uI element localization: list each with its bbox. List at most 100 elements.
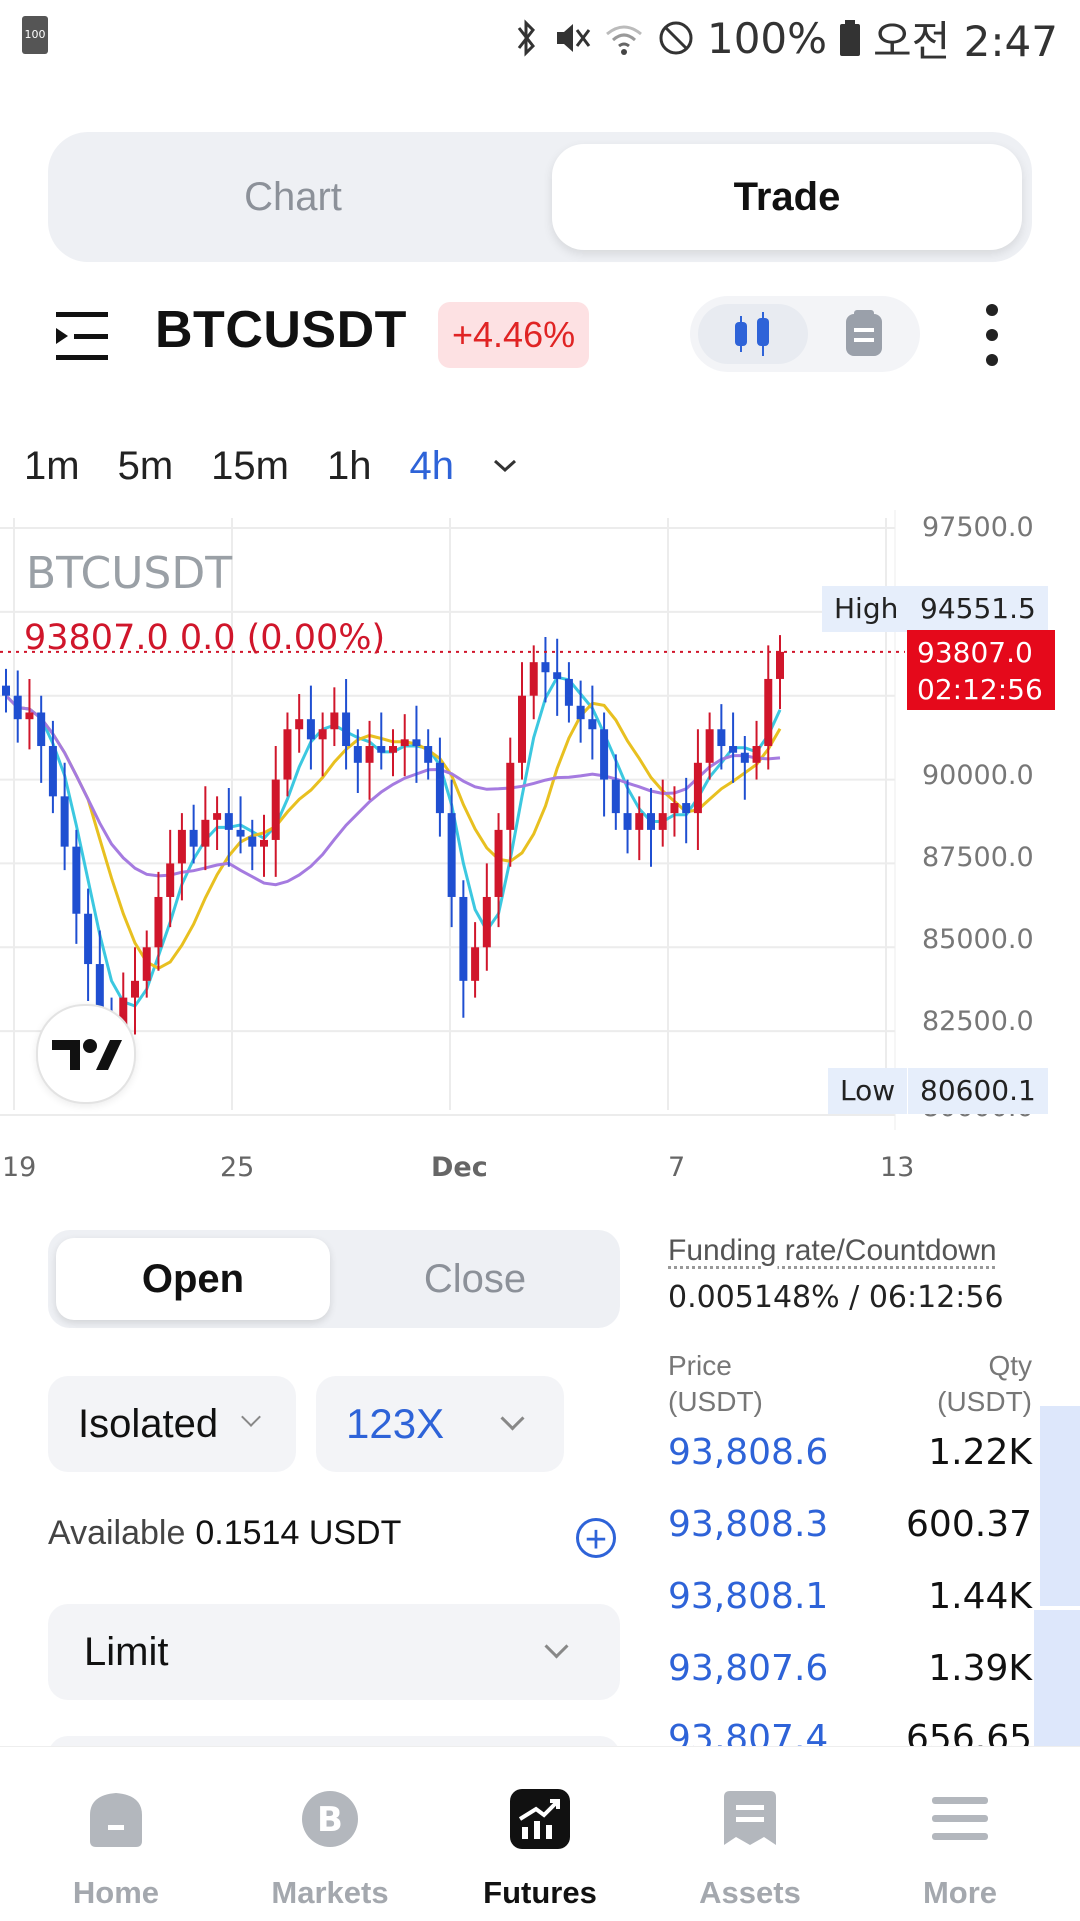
candle-body (482, 896, 491, 948)
orderbook-price-header-title: Price (668, 1350, 732, 1381)
tab-trade[interactable]: Trade (552, 144, 1022, 250)
orderbook-row[interactable]: 93,808.1 1.44K (668, 1576, 1032, 1640)
bitcoin-icon: B (302, 1791, 358, 1847)
candle-body (541, 662, 550, 673)
symbol-title[interactable]: BTCUSDT (155, 300, 407, 360)
ma-fast-line (4, 675, 782, 1008)
nav-futures[interactable]: Futures (432, 1747, 648, 1921)
candle-body (60, 796, 69, 847)
mute-icon (556, 24, 591, 52)
orderbook-row[interactable]: 93,807.6 1.39K (668, 1648, 1032, 1712)
available-value: 0.1514 USDT (195, 1514, 402, 1552)
open-close-toggle: Open Close (48, 1230, 620, 1328)
leverage-select[interactable]: 123X (316, 1376, 564, 1472)
candle-body (682, 803, 691, 814)
tradingview-logo[interactable] (36, 1004, 136, 1104)
orderbook-row[interactable]: 93,808.3 600.37 (668, 1504, 1032, 1568)
candle-body (424, 746, 433, 763)
chevron-down-icon (241, 1407, 261, 1427)
assets-icon (724, 1791, 776, 1845)
y-tick: 82500.0 (922, 1006, 1034, 1037)
close-tab[interactable]: Close (338, 1238, 612, 1320)
timeframe-selector: 1m 5m 15m 1h 4h (24, 436, 518, 496)
candle-body (25, 712, 34, 720)
candle-body (400, 739, 409, 747)
orderbook-qty: 1.44K (928, 1576, 1032, 1617)
tradingview-logo-icon (52, 1039, 122, 1070)
orderbook-qty-header-title: Qty (988, 1350, 1032, 1381)
orderbook-price: 93,808.6 (668, 1432, 829, 1473)
high-label: High (822, 586, 911, 632)
timeframe-1m[interactable]: 1m (24, 444, 80, 489)
candle-body (611, 779, 620, 814)
candle-body (295, 719, 304, 730)
svg-text:B: B (317, 1800, 343, 1840)
orderbook-price: 93,807.4 (668, 1718, 829, 1746)
timeframe-5m[interactable]: 5m (118, 444, 174, 489)
x-tick: Dec (431, 1152, 488, 1183)
nav-home[interactable]: Home (8, 1747, 224, 1921)
orderbook-qty: 600.37 (906, 1504, 1032, 1545)
candle-body (377, 746, 386, 753)
timeframe-4h[interactable]: 4h (409, 444, 454, 489)
candle-body (600, 729, 609, 780)
chevron-down-icon[interactable] (492, 458, 518, 474)
current-price: 93807.0 (917, 636, 1033, 669)
open-tab[interactable]: Open (56, 1238, 330, 1320)
y-tick: 90000.0 (922, 760, 1034, 791)
orderbook-row[interactable]: 93,808.6 1.22K (668, 1432, 1032, 1496)
orderbook-price-header: Price (USDT) (668, 1348, 763, 1420)
orderbook-row[interactable]: 93,807.4 656.65 (668, 1718, 1032, 1746)
y-tick: 85000.0 (922, 924, 1034, 955)
nav-markets[interactable]: B Markets (222, 1747, 438, 1921)
more-vertical-icon[interactable] (980, 302, 1004, 368)
battery-saver-icon: 100 (22, 16, 48, 54)
home-icon (90, 1793, 142, 1847)
leverage-value: 123X (346, 1400, 445, 1447)
nav-markets-label: Markets (271, 1875, 389, 1910)
nav-more[interactable]: More (852, 1747, 1068, 1921)
candle-body (318, 729, 327, 740)
orderbook-qty-header: Qty (USDT) (937, 1348, 1032, 1420)
timeframe-1h[interactable]: 1h (327, 444, 372, 489)
candle-body (177, 829, 186, 864)
low-label: Low (828, 1068, 908, 1114)
candle-body (283, 729, 292, 780)
nav-assets[interactable]: Assets (642, 1747, 858, 1921)
orderbook-price: 93,807.6 (668, 1648, 829, 1689)
candle-body (471, 947, 480, 981)
candle-body (201, 819, 210, 847)
candle-body (131, 980, 139, 998)
futures-chart-icon (510, 1789, 570, 1849)
candle-body (529, 662, 538, 696)
menu-icon[interactable] (56, 310, 112, 362)
available-label: Available (48, 1514, 186, 1552)
order-type-select[interactable]: Limit (48, 1604, 620, 1700)
nav-assets-label: Assets (699, 1875, 801, 1910)
candle-body (412, 739, 421, 747)
symbol-header: BTCUSDT +4.46% (0, 290, 1080, 380)
candlestick-icon[interactable] (728, 312, 778, 356)
add-funds-button[interactable]: + (576, 1518, 616, 1559)
candle-body (647, 813, 655, 830)
x-tick: 13 (880, 1152, 915, 1183)
timeframe-15m[interactable]: 15m (211, 444, 289, 489)
funding-rate-label[interactable]: Funding rate/Countdown (668, 1234, 997, 1268)
candle-body (154, 896, 163, 948)
candle-body (623, 813, 632, 830)
orderbook-price: 93,808.3 (668, 1504, 829, 1545)
candle-body (729, 746, 738, 753)
tab-chart[interactable]: Chart (58, 144, 528, 250)
clipboard-icon[interactable] (842, 308, 886, 358)
chart-price-line-label: 93807.0 0.0 (0.00%) (24, 618, 386, 658)
margin-mode-select[interactable]: Isolated (48, 1376, 296, 1472)
view-toggle (690, 296, 920, 372)
orderbook-depth-bar (1040, 1406, 1080, 1606)
high-value: 94551.5 (908, 586, 1048, 632)
funding-rate-value: 0.005148% / 06:12:56 (668, 1280, 1004, 1315)
y-tick: 97500.0 (922, 512, 1034, 543)
candle-body (13, 695, 22, 720)
hamburger-icon (932, 1797, 988, 1840)
candle-body (576, 705, 585, 720)
candle-body (553, 672, 562, 679)
